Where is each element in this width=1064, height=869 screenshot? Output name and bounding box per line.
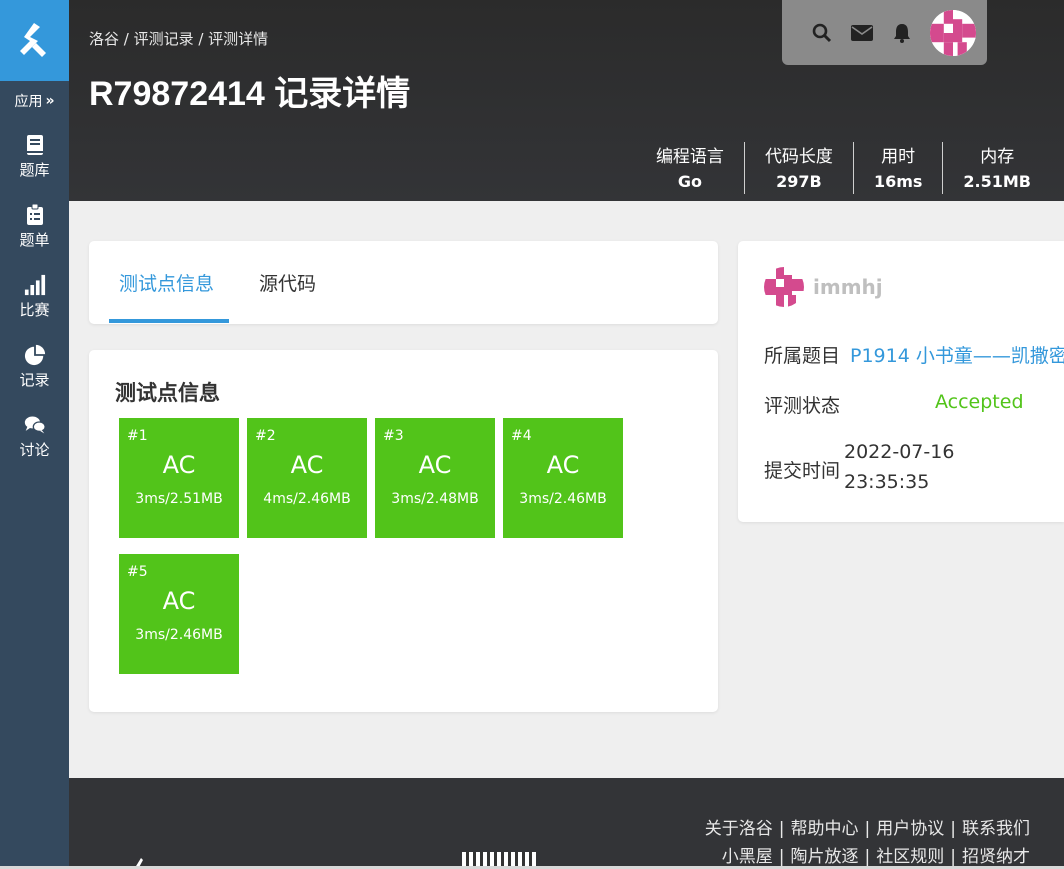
- test-case-meta: 4ms/2.46MB: [263, 491, 351, 507]
- test-case-status: AC: [162, 587, 196, 615]
- stat-memory: 内存 2.51MB: [943, 142, 1064, 194]
- footer-link[interactable]: 陶片放逐: [791, 847, 859, 867]
- breadcrumb[interactable]: 洛谷 / 评测记录 / 评测详情: [89, 28, 268, 49]
- stat-label: 用时: [881, 147, 916, 167]
- apps-label: 应用: [14, 94, 43, 110]
- test-case[interactable]: #2 AC 4ms/2.46MB: [247, 418, 367, 538]
- stat-value: 16ms: [873, 172, 923, 191]
- double-chevron-right-icon: »: [45, 93, 55, 109]
- section-title: 测试点信息: [115, 381, 220, 405]
- tab-source-code[interactable]: 源代码: [259, 269, 316, 296]
- footer-link[interactable]: 招贤纳才: [962, 847, 1030, 867]
- problem-label: 所属题目: [764, 345, 841, 367]
- sidebar-item-label: 讨论: [19, 440, 50, 459]
- sidebar-item-label: 题单: [19, 230, 50, 249]
- page-title: R79872414 记录详情: [89, 75, 411, 113]
- sidebar-item-records[interactable]: 记录: [0, 331, 69, 401]
- sidebar-item-label: 比赛: [19, 300, 50, 319]
- test-case-status: AC: [162, 451, 196, 479]
- test-case-meta: 3ms/2.48MB: [391, 491, 479, 507]
- book-icon: [24, 133, 46, 157]
- luogu-logo[interactable]: [0, 0, 69, 81]
- tabs-card: 测试点信息 源代码: [89, 241, 718, 324]
- test-case-meta: 3ms/2.51MB: [135, 491, 223, 507]
- record-info-card: immhj 所属题目 P1914 小书童——凯撒密码 评测状态 Accepted…: [738, 241, 1064, 522]
- test-case-number: #5: [127, 564, 148, 580]
- stat-label: 代码长度: [764, 147, 833, 167]
- footer-link[interactable]: 帮助中心: [791, 819, 859, 839]
- stat-language: 编程语言 Go: [636, 142, 745, 194]
- stat-label: 编程语言: [655, 147, 724, 167]
- submit-time-label: 提交时间: [764, 460, 841, 482]
- user-toolbar: [782, 0, 987, 65]
- sidebar-item-contests[interactable]: 比赛: [0, 261, 69, 331]
- status-label: 评测状态: [764, 395, 841, 417]
- avatar[interactable]: [764, 267, 804, 307]
- test-case[interactable]: #5 AC 3ms/2.46MB: [119, 554, 239, 674]
- bar-chart-icon: [24, 273, 46, 297]
- envelope-icon[interactable]: [850, 21, 874, 45]
- problem-link[interactable]: P1914 小书童——凯撒密码: [850, 341, 1064, 368]
- bell-icon[interactable]: [890, 21, 914, 45]
- username-link[interactable]: immhj: [813, 275, 883, 299]
- active-tab-indicator: [109, 319, 229, 323]
- test-case[interactable]: #3 AC 3ms/2.48MB: [375, 418, 495, 538]
- chat-bubbles-icon: [24, 413, 46, 437]
- test-case-meta: 3ms/2.46MB: [519, 491, 607, 507]
- footer-link[interactable]: 用户协议: [876, 819, 944, 839]
- footer-link[interactable]: 小黑屋: [722, 847, 773, 867]
- test-case-number: #1: [127, 428, 148, 444]
- test-case-number: #2: [255, 428, 276, 444]
- apps-menu-button[interactable]: 应用 »: [0, 81, 69, 121]
- search-icon[interactable]: [810, 21, 834, 45]
- test-case[interactable]: #4 AC 3ms/2.46MB: [503, 418, 623, 538]
- test-case-number: #3: [383, 428, 404, 444]
- pie-chart-icon: [24, 343, 46, 367]
- stat-label: 内存: [980, 147, 1015, 167]
- test-points-card: 测试点信息 #1 AC 3ms/2.51MB #2 AC 4ms/2.46MB …: [89, 350, 718, 712]
- test-case-meta: 3ms/2.46MB: [135, 627, 223, 643]
- footer-link[interactable]: 关于洛谷: [705, 819, 773, 839]
- avatar[interactable]: [930, 9, 976, 56]
- stat-value: Go: [677, 172, 702, 191]
- stat-time: 用时 16ms: [854, 142, 944, 194]
- sidebar-item-problem-lists[interactable]: 题单: [0, 191, 69, 261]
- footer-link[interactable]: 社区规则: [876, 847, 944, 867]
- submit-clock: 23:35:35: [844, 471, 930, 493]
- tab-test-points[interactable]: 测试点信息: [119, 269, 214, 296]
- sidebar-item-label: 记录: [19, 370, 50, 389]
- page-header: 洛谷 / 评测记录 / 评测详情 R79872414 记录详情 编程语言 Go …: [69, 0, 1064, 201]
- page-footer: 关于洛谷 | 帮助中心 | 用户协议 | 联系我们 小黑屋 | 陶片放逐 | 社区规则 | 招贤纳才: [69, 778, 1064, 869]
- test-case-grid: #1 AC 3ms/2.51MB #2 AC 4ms/2.46MB #3 AC …: [119, 418, 639, 674]
- sidebar: 应用 » 题库 题单 比赛 记录 讨论: [0, 0, 69, 869]
- sidebar-item-label: 题库: [19, 160, 50, 179]
- luogu-logo-icon: [19, 22, 46, 57]
- test-case[interactable]: #1 AC 3ms/2.51MB: [119, 418, 239, 538]
- footer-links-row: 关于洛谷 | 帮助中心 | 用户协议 | 联系我们: [704, 819, 1030, 839]
- record-stats: 编程语言 Go 代码长度 297B 用时 16ms 内存 2.51MB: [636, 142, 1064, 194]
- stat-code-length: 代码长度 297B: [745, 142, 854, 194]
- sidebar-item-discuss[interactable]: 讨论: [0, 401, 69, 471]
- footer-link[interactable]: 联系我们: [962, 819, 1030, 839]
- footer-links: 关于洛谷 | 帮助中心 | 用户协议 | 联系我们 小黑屋 | 陶片放逐 | 社区规则 | 招贤纳才: [705, 815, 1030, 869]
- test-case-status: AC: [290, 451, 324, 479]
- test-case-status: AC: [546, 451, 580, 479]
- submitter[interactable]: immhj: [764, 267, 883, 307]
- sidebar-item-problems[interactable]: 题库: [0, 121, 69, 191]
- clipboard-icon: [24, 203, 46, 227]
- test-case-number: #4: [511, 428, 532, 444]
- submit-date: 2022-07-16: [844, 441, 955, 463]
- stat-value: 2.51MB: [963, 172, 1031, 191]
- test-case-status: AC: [418, 451, 452, 479]
- status-value: Accepted: [935, 391, 1024, 413]
- stat-value: 297B: [776, 172, 822, 191]
